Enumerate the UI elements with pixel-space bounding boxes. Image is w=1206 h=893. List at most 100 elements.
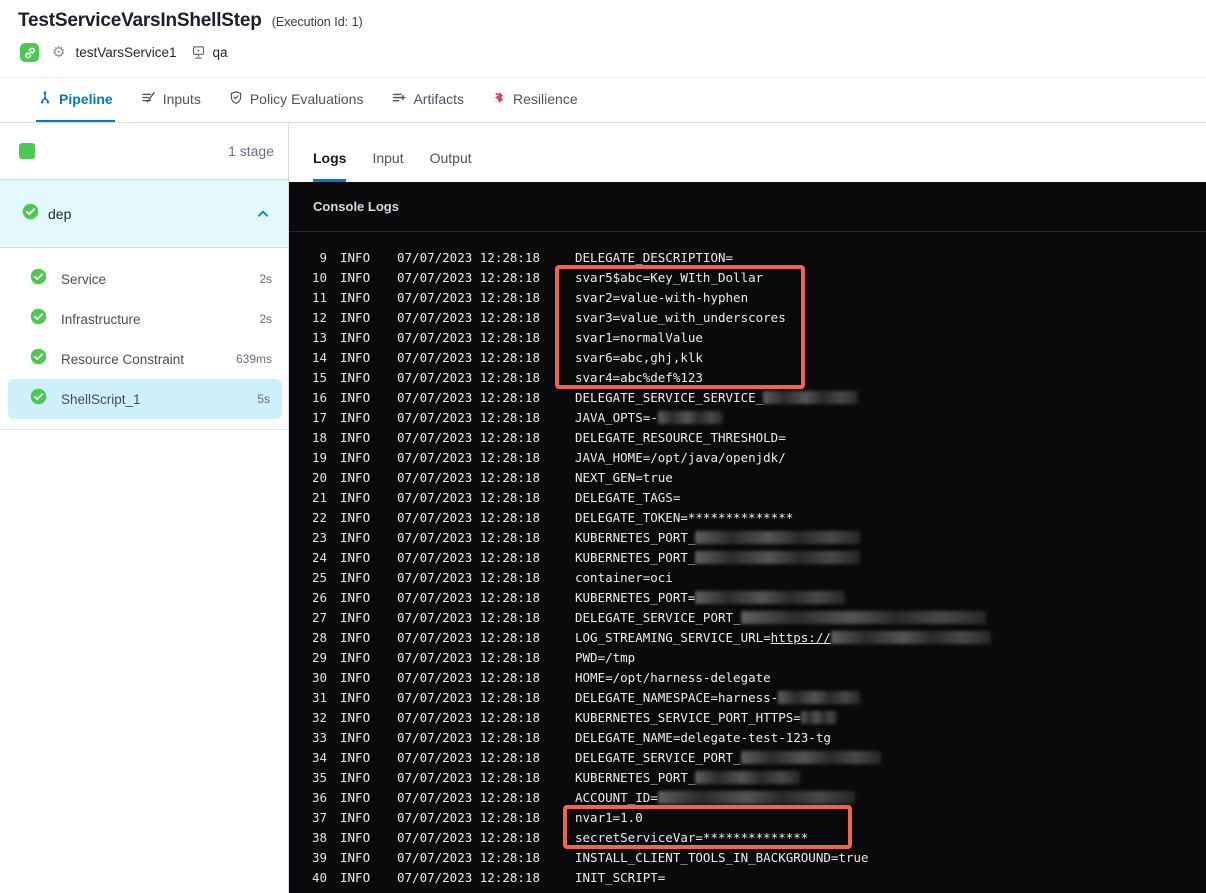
log-message: INSTALL_CLIENT_TOOLS_IN_BACKGROUND=true xyxy=(575,850,869,865)
service-link-icon xyxy=(20,43,39,62)
log-level: INFO xyxy=(340,869,371,885)
log-level: INFO xyxy=(340,409,371,425)
log-line: 29 INFO 07/07/2023 12:28:18 PWD=/tmp xyxy=(289,647,1206,667)
log-line-number: 15 xyxy=(311,369,327,385)
console-header: Console Logs xyxy=(289,182,1206,232)
log-timestamp: 07/07/2023 12:28:18 xyxy=(397,649,540,665)
log-line: 25 INFO 07/07/2023 12:28:18 container=oc… xyxy=(289,567,1206,587)
step-row[interactable]: Service 2s xyxy=(0,259,284,299)
log-message-text: JAVA_HOME=/opt/java/openjdk/ xyxy=(575,449,786,465)
tab-resilience[interactable]: Resilience xyxy=(490,78,580,122)
log-line-number: 12 xyxy=(311,309,327,325)
title-row: TestServiceVarsInShellStep (Execution Id… xyxy=(18,10,1188,32)
redacted-value xyxy=(800,710,837,724)
log-link[interactable]: https:// xyxy=(771,630,831,645)
log-timestamp: 07/07/2023 12:28:18 xyxy=(397,349,540,365)
step-label: Infrastructure xyxy=(61,311,141,327)
log-message-text: secretServiceVar=************** xyxy=(575,829,809,845)
tab-logs[interactable]: Logs xyxy=(313,150,347,182)
success-check-icon xyxy=(22,203,39,225)
log-line-number: 33 xyxy=(311,729,327,745)
tab-policy-evaluations[interactable]: Policy Evaluations xyxy=(227,78,366,122)
log-message-text: svar3=value_with_underscores xyxy=(575,309,786,325)
step-list: Service 2s Infrastructure 2s Resource Co xyxy=(0,248,288,430)
step-row[interactable]: ShellScript_1 5s xyxy=(8,379,282,419)
log-message-text: svar4=abc%def%123 xyxy=(575,369,703,385)
log-message-text: INSTALL_CLIENT_TOOLS_IN_BACKGROUND=true xyxy=(575,849,869,865)
log-level: INFO xyxy=(340,829,371,845)
log-level: INFO xyxy=(340,769,371,785)
redacted-value xyxy=(657,790,855,804)
execution-sidebar: 1 stage dep Service 2s Infrastructure 2s… xyxy=(0,123,289,893)
artifacts-icon xyxy=(391,90,406,108)
log-timestamp: 07/07/2023 12:28:18 xyxy=(397,689,540,705)
log-message-text: KUBERNETES_PORT_ xyxy=(575,769,696,785)
log-level: INFO xyxy=(340,849,371,865)
log-level: INFO xyxy=(340,589,371,605)
page-title: TestServiceVarsInShellStep xyxy=(18,10,262,31)
log-timestamp: 07/07/2023 12:28:18 xyxy=(397,609,540,625)
log-line: 33 INFO 07/07/2023 12:28:18 DELEGATE_NAM… xyxy=(289,727,1206,747)
environment-icon xyxy=(191,45,206,60)
log-line-number: 9 xyxy=(319,249,327,265)
log-message: DELEGATE_DESCRIPTION= xyxy=(575,250,733,265)
log-line-number: 34 xyxy=(311,749,327,765)
log-message-text: DELEGATE_RESOURCE_THRESHOLD= xyxy=(575,429,786,445)
tab-input[interactable]: Input xyxy=(372,150,403,182)
log-message: LOG_STREAMING_SERVICE_URL=https:// xyxy=(575,630,991,645)
tab-output[interactable]: Output xyxy=(430,150,472,182)
log-timestamp: 07/07/2023 12:28:18 xyxy=(397,849,540,865)
log-line-number: 26 xyxy=(311,589,327,605)
log-message-text: KUBERNETES_PORT= xyxy=(575,589,696,605)
log-message: svar5$abc=Key_WIth_Dollar xyxy=(575,270,763,285)
log-level: INFO xyxy=(340,569,371,585)
log-line: 10 INFO 07/07/2023 12:28:18 svar5$abc=Ke… xyxy=(289,267,1206,287)
log-level: INFO xyxy=(340,369,371,385)
log-timestamp: 07/07/2023 12:28:18 xyxy=(397,409,540,425)
redacted-value xyxy=(695,770,801,784)
step-row[interactable]: Infrastructure 2s xyxy=(0,299,284,339)
tab-artifacts[interactable]: Artifacts xyxy=(389,78,466,122)
step-row[interactable]: Resource Constraint 639ms xyxy=(0,339,284,379)
log-message-text: NEXT_GEN=true xyxy=(575,469,673,485)
log-line-number: 10 xyxy=(311,269,327,285)
log-message: DELEGATE_SERVICE_SERVICE_ xyxy=(575,390,859,405)
tab-resilience-label: Resilience xyxy=(513,91,578,107)
log-level: INFO xyxy=(340,349,371,365)
tab-inputs[interactable]: Inputs xyxy=(139,78,203,122)
redacted-value xyxy=(778,690,861,704)
log-line: 19 INFO 07/07/2023 12:28:18 JAVA_HOME=/o… xyxy=(289,447,1206,467)
log-line-number: 37 xyxy=(311,809,327,825)
success-check-icon xyxy=(30,348,47,370)
log-line: 23 INFO 07/07/2023 12:28:18 KUBERNETES_P… xyxy=(289,527,1206,547)
log-message-text: DELEGATE_DESCRIPTION= xyxy=(575,249,734,265)
log-level: INFO xyxy=(340,789,371,805)
step-label: Service xyxy=(61,271,107,287)
log-timestamp: 07/07/2023 12:28:18 xyxy=(397,809,540,825)
log-message: NEXT_GEN=true xyxy=(575,470,673,485)
stage-header-dep[interactable]: dep xyxy=(0,180,288,248)
log-message: DELEGATE_NAME=delegate-test-123-tg xyxy=(575,730,831,745)
log-level: INFO xyxy=(340,289,371,305)
log-level: INFO xyxy=(340,249,371,265)
log-message: svar2=value-with-hyphen xyxy=(575,290,748,305)
gear-icon: ⚙ xyxy=(52,44,66,61)
chevron-up-icon[interactable] xyxy=(256,207,270,221)
log-timestamp: 07/07/2023 12:28:18 xyxy=(397,869,540,885)
log-message-text: PWD=/tmp xyxy=(575,649,636,665)
console-log-area: 9 INFO 07/07/2023 12:28:18 DELEGATE_DESC… xyxy=(289,232,1206,887)
log-message: svar1=normalValue xyxy=(575,330,703,345)
log-timestamp: 07/07/2023 12:28:18 xyxy=(397,389,540,405)
log-line-number: 17 xyxy=(311,409,327,425)
step-duration: 2s xyxy=(259,272,272,286)
log-timestamp: 07/07/2023 12:28:18 xyxy=(397,429,540,445)
tab-pipeline[interactable]: Pipeline xyxy=(36,78,115,122)
log-line: 11 INFO 07/07/2023 12:28:18 svar2=value-… xyxy=(289,287,1206,307)
log-timestamp: 07/07/2023 12:28:18 xyxy=(397,549,540,565)
log-level: INFO xyxy=(340,729,371,745)
log-message-text: DELEGATE_TOKEN=************** xyxy=(575,509,794,525)
log-line: 38 INFO 07/07/2023 12:28:18 secretServic… xyxy=(289,827,1206,847)
log-level: INFO xyxy=(340,269,371,285)
log-timestamp: 07/07/2023 12:28:18 xyxy=(397,249,540,265)
log-line-number: 11 xyxy=(311,289,327,305)
